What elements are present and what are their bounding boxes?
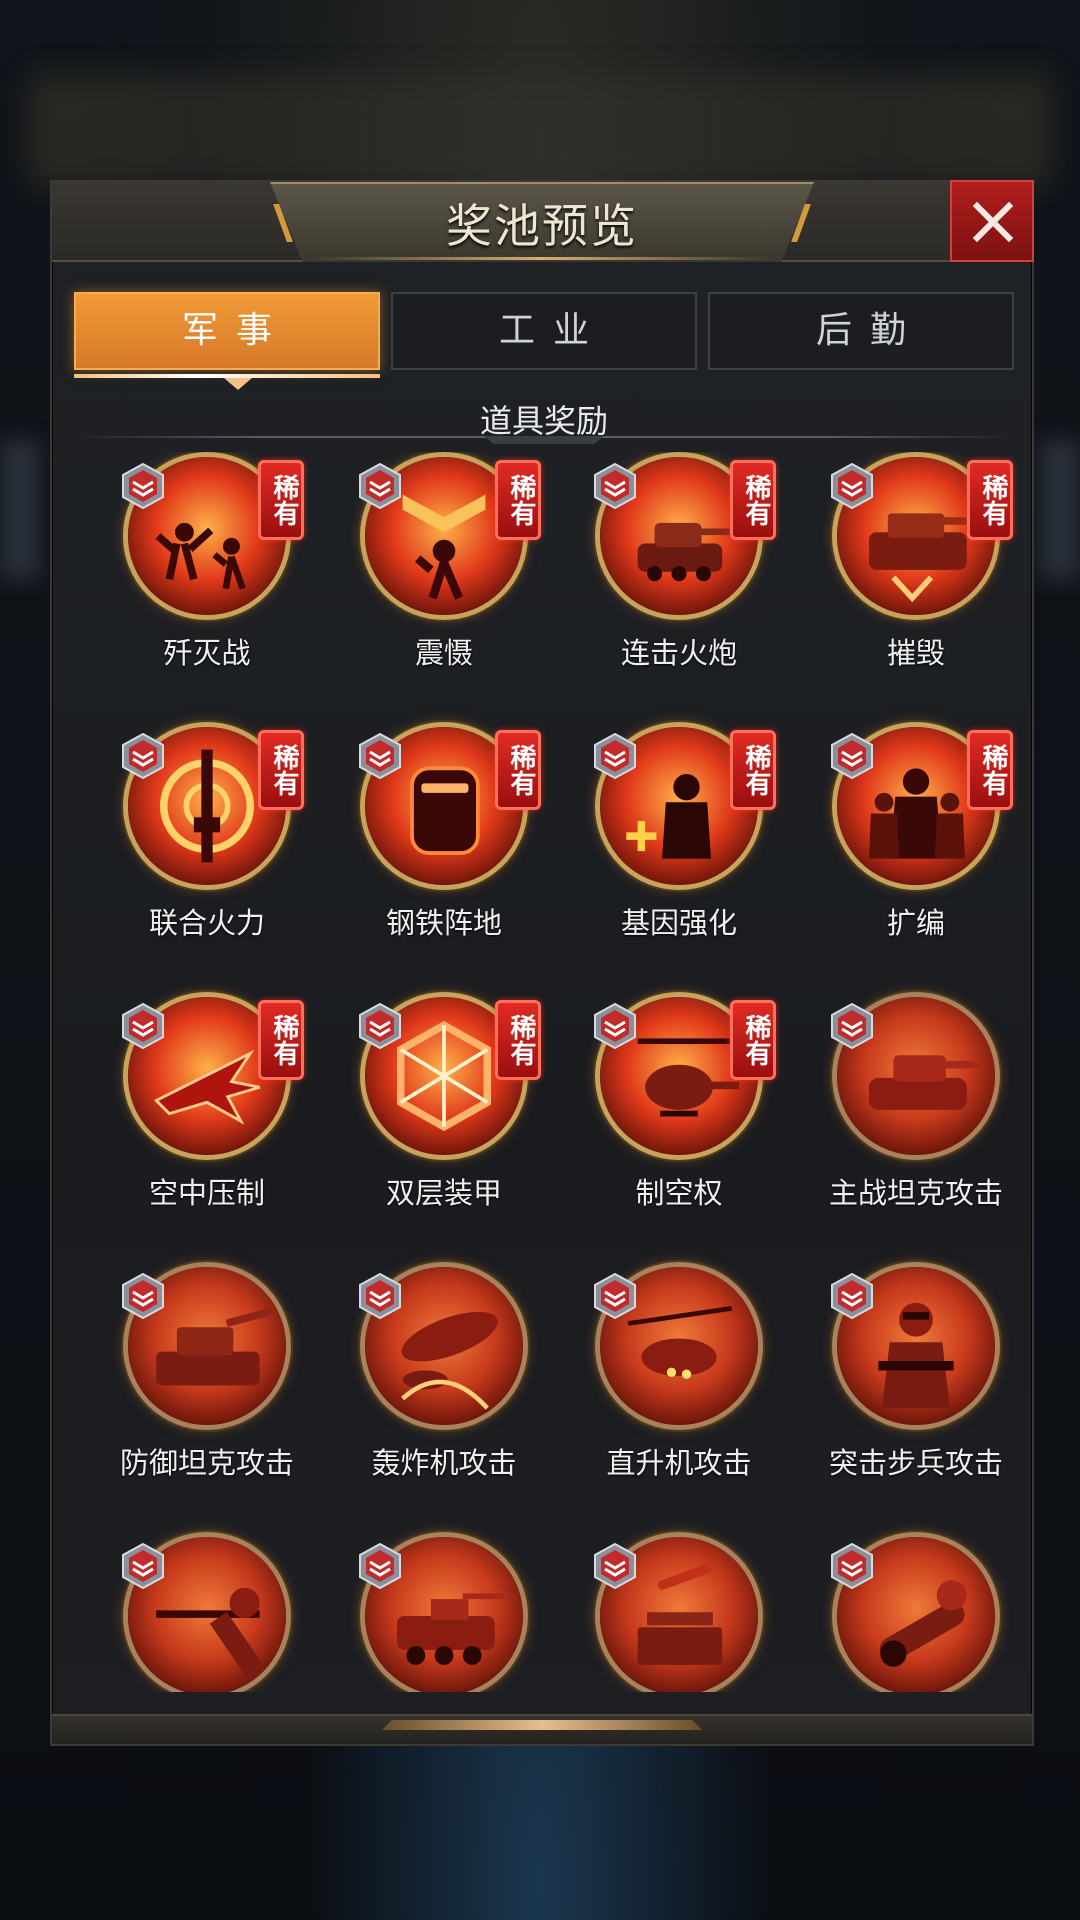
background-side-blur-left [0, 440, 40, 580]
military-rank-icon [358, 1272, 402, 1320]
close-icon [972, 201, 1014, 243]
military-rank-icon [593, 1272, 637, 1320]
reward-item[interactable]: 防御坦克攻击 [74, 1262, 310, 1532]
reward-item[interactable]: 稀有双层装甲 [311, 992, 547, 1262]
rare-badge: 稀有 [495, 460, 541, 540]
reward-item-label: 摧毁 [886, 636, 945, 670]
reward-item-label: 直升机攻击 [606, 1446, 752, 1480]
reward-item-label: 防御坦克攻击 [119, 1446, 294, 1480]
military-rank-icon [358, 732, 402, 780]
reward-item-label: 制空权 [635, 1176, 723, 1210]
reward-item[interactable]: 稀有基因强化 [546, 722, 782, 992]
rare-badge: 稀有 [495, 730, 541, 810]
reward-item[interactable] [783, 1532, 1019, 1692]
reward-item[interactable]: 稀有连击火炮 [546, 452, 782, 722]
military-rank-icon [121, 1002, 165, 1050]
rare-badge: 稀有 [730, 1000, 776, 1080]
military-rank-icon [358, 1002, 402, 1050]
section-title: 道具奖励 [479, 402, 608, 440]
dialog-footer [52, 1714, 1032, 1744]
background-side-blur-right [1040, 440, 1080, 580]
military-rank-icon [121, 1542, 165, 1590]
reward-item[interactable] [546, 1532, 782, 1692]
tab-industry[interactable]: 工业 [391, 292, 697, 370]
reward-item-label: 基因强化 [620, 906, 737, 940]
rare-badge: 稀有 [495, 1000, 541, 1080]
active-tab-pointer [224, 378, 252, 390]
reward-item-label: 扩编 [886, 906, 945, 940]
military-rank-icon [830, 462, 874, 510]
military-rank-icon [121, 1272, 165, 1320]
military-rank-icon [358, 1542, 402, 1590]
section-header: 道具奖励 [74, 400, 1014, 444]
reward-item-label: 钢铁阵地 [385, 906, 502, 940]
reward-item[interactable]: 主战坦克攻击 [783, 992, 1019, 1262]
reward-item-label: 双层装甲 [385, 1176, 502, 1210]
reward-item[interactable]: 稀有摧毁 [783, 452, 1019, 722]
military-rank-icon [830, 1272, 874, 1320]
reward-item[interactable] [311, 1532, 547, 1692]
reward-item-label: 主战坦克攻击 [828, 1176, 1003, 1210]
tab-military[interactable]: 军事 [74, 292, 380, 378]
reward-item-label: 联合火力 [148, 906, 265, 940]
military-rank-icon [593, 462, 637, 510]
military-rank-icon [830, 1542, 874, 1590]
reward-item-label: 震慑 [414, 636, 473, 670]
reward-item-label: 轰炸机攻击 [371, 1446, 517, 1480]
rare-badge: 稀有 [258, 460, 304, 540]
rare-badge: 稀有 [730, 460, 776, 540]
reward-item[interactable]: 轰炸机攻击 [311, 1262, 547, 1532]
reward-item[interactable]: 突击步兵攻击 [783, 1262, 1019, 1532]
category-tabs: 军事 工业 后勤 [74, 292, 1014, 390]
reward-item-label: 突击步兵攻击 [828, 1446, 1003, 1480]
reward-item[interactable] [74, 1532, 310, 1692]
military-rank-icon [358, 462, 402, 510]
reward-item[interactable]: 稀有联合火力 [74, 722, 310, 992]
military-rank-icon [593, 732, 637, 780]
reward-pool-dialog: 奖池预览 军事 工业 后勤 道具奖励 稀有 歼灭战 稀有 震慑 稀有 连击火炮 稀有 摧毁 稀有… [50, 180, 1034, 1746]
reward-item[interactable]: 稀有空中压制 [74, 992, 310, 1262]
reward-item[interactable]: 稀有歼灭战 [74, 452, 310, 722]
rare-badge: 稀有 [258, 1000, 304, 1080]
military-rank-icon [830, 732, 874, 780]
military-rank-icon [121, 462, 165, 510]
background-header-blur [30, 75, 1050, 185]
footer-ornament [382, 1720, 702, 1730]
reward-item-label: 空中压制 [148, 1176, 265, 1210]
military-rank-icon [121, 732, 165, 780]
reward-item[interactable]: 直升机攻击 [546, 1262, 782, 1532]
reward-item[interactable]: 稀有震慑 [311, 452, 547, 722]
reward-item[interactable]: 稀有制空权 [546, 992, 782, 1262]
rare-badge: 稀有 [730, 730, 776, 810]
tab-logistics[interactable]: 后勤 [708, 292, 1014, 370]
reward-item[interactable]: 稀有钢铁阵地 [311, 722, 547, 992]
reward-item-label: 连击火炮 [620, 636, 737, 670]
reward-item[interactable]: 稀有扩编 [783, 722, 1019, 992]
rare-badge: 稀有 [258, 730, 304, 810]
close-button[interactable] [950, 180, 1034, 262]
military-rank-icon [593, 1542, 637, 1590]
military-rank-icon [830, 1002, 874, 1050]
reward-grid[interactable]: 稀有 歼灭战 稀有 震慑 稀有 连击火炮 稀有 摧毁 稀有 联合火力 稀有 钢铁阵地 稀有 基因强化 稀有扩… [52, 452, 1032, 1692]
rare-badge: 稀有 [967, 460, 1013, 540]
military-rank-icon [593, 1002, 637, 1050]
rare-badge: 稀有 [967, 730, 1013, 810]
reward-item-label: 歼灭战 [163, 636, 251, 670]
dialog-title: 奖池预览 [446, 199, 638, 253]
